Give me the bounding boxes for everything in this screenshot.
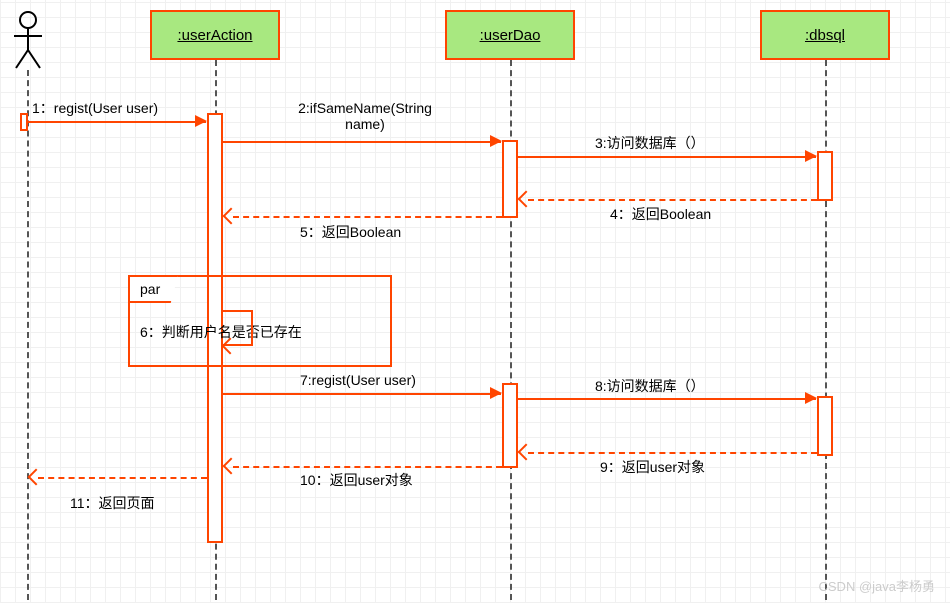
msg-10-head (223, 458, 240, 475)
activation-userdao-2 (502, 383, 518, 468)
msg-7-arrow (223, 393, 501, 395)
activation-dbsql-1 (817, 151, 833, 201)
msg-2-label: 2:ifSameName(Stringname) (280, 100, 450, 132)
participant-label: :userAction (177, 27, 252, 44)
msg-4-head (518, 191, 535, 208)
msg-8-label: 8:访问数据库（） (595, 376, 705, 396)
msg-4-arrow (528, 199, 817, 201)
participant-dbsql[interactable]: :dbsql (760, 10, 890, 60)
msg-11-head (28, 469, 45, 486)
actor-lifeline (27, 70, 29, 600)
msg-5-label: 5：返回Boolean (300, 222, 401, 242)
msg-9-label: 9：返回user对象 (600, 457, 705, 477)
msg-6-label: 6：判断用户名是否已存在 (140, 322, 302, 342)
msg-1-head (195, 115, 207, 127)
msg-8-arrow (518, 398, 816, 400)
activation-dbsql-2 (817, 396, 833, 456)
msg-2-head (490, 135, 502, 147)
msg-11-arrow (38, 477, 207, 479)
watermark: CSDN @java李杨勇 (819, 576, 936, 595)
participant-label: :userDao (480, 27, 541, 44)
msg-3-arrow (518, 156, 816, 158)
msg-10-label: 10：返回user对象 (300, 470, 413, 490)
actor-stickman (10, 10, 46, 75)
msg-7-head (490, 387, 502, 399)
par-label: par (128, 275, 178, 303)
participant-useraction[interactable]: :userAction (150, 10, 280, 60)
msg-7-label: 7:regist(User user) (300, 372, 416, 388)
msg-3-head (805, 150, 817, 162)
msg-8-head (805, 392, 817, 404)
lifeline-dbsql (825, 60, 827, 600)
msg-5-arrow (233, 216, 502, 218)
msg-3-label: 3:访问数据库（） (595, 133, 705, 153)
msg-11-label: 11：返回页面 (70, 493, 155, 513)
activation-userdao-1 (502, 140, 518, 218)
msg-1-arrow (28, 121, 206, 123)
msg-9-arrow (528, 452, 817, 454)
msg-1-label: 1：regist(User user) (32, 98, 158, 118)
msg-4-label: 4：返回Boolean (610, 204, 711, 224)
msg-2-arrow (223, 141, 501, 143)
msg-5-head (223, 208, 240, 225)
msg-9-head (518, 444, 535, 461)
msg-10-arrow (233, 466, 502, 468)
participant-userdao[interactable]: :userDao (445, 10, 575, 60)
participant-label: :dbsql (805, 27, 845, 44)
activation-actor (20, 113, 28, 131)
par-fragment: par (128, 275, 392, 367)
